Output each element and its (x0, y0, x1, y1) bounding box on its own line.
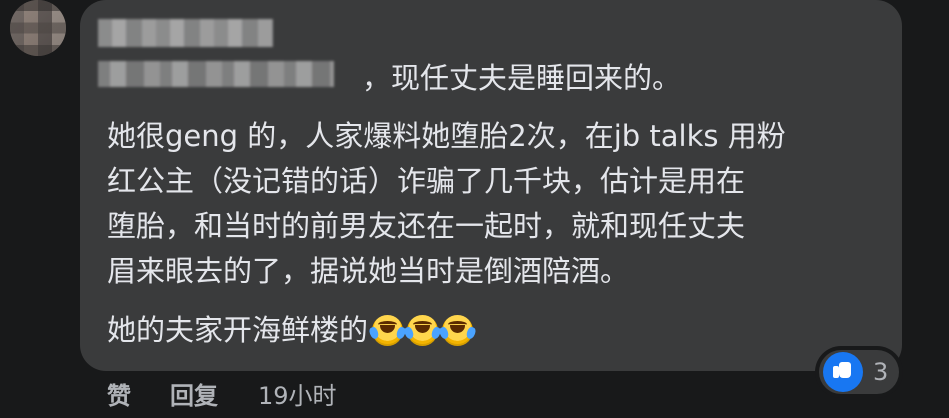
comment-timestamp[interactable]: 19小时 (258, 376, 337, 411)
avatar[interactable] (10, 0, 66, 56)
author-name-blurred[interactable] (98, 19, 368, 91)
like-button[interactable]: 赞 (107, 376, 131, 411)
comment-body: 她很geng 的，人家爆料她堕胎2次，在jb talks 用粉 红公主（没记错的… (107, 114, 887, 294)
blurred-name-line-2 (98, 61, 334, 87)
blurred-name-line-1 (98, 19, 273, 47)
reply-button[interactable]: 回复 (170, 376, 218, 411)
comment-actions: 赞 回复 19小时 (107, 375, 337, 411)
rolling-on-floor-laughing-emoji-3 (438, 314, 477, 346)
comment-last-line: 她的夫家开海鲜楼的 (107, 312, 477, 348)
tear-icon (403, 325, 415, 340)
comment-line: 眉来眼去的了，据说她当时是倒酒陪酒。 (107, 254, 630, 288)
reaction-summary[interactable]: 3 (819, 350, 899, 394)
rolling-on-floor-laughing-emoji-2 (403, 314, 442, 346)
comment-line: 堕胎，和当时的前男友还在一起时，就和现任丈夫 (107, 209, 746, 243)
tear-icon (438, 325, 450, 340)
like-thumb-icon (823, 352, 863, 392)
rolling-on-floor-laughing-emoji-1 (368, 314, 407, 346)
comment-first-line-suffix: ，现任丈夫是睡回来的。 (362, 61, 682, 95)
tear-icon (368, 325, 380, 340)
comment-line: 红公主（没记错的话）诈骗了几千块，估计是用在 (107, 164, 746, 198)
reaction-count: 3 (873, 358, 889, 386)
comment-line: 她很geng 的，人家爆料她堕胎2次，在jb talks 用粉 (107, 119, 786, 153)
comment-tail-text: 她的夫家开海鲜楼的 (107, 313, 369, 347)
